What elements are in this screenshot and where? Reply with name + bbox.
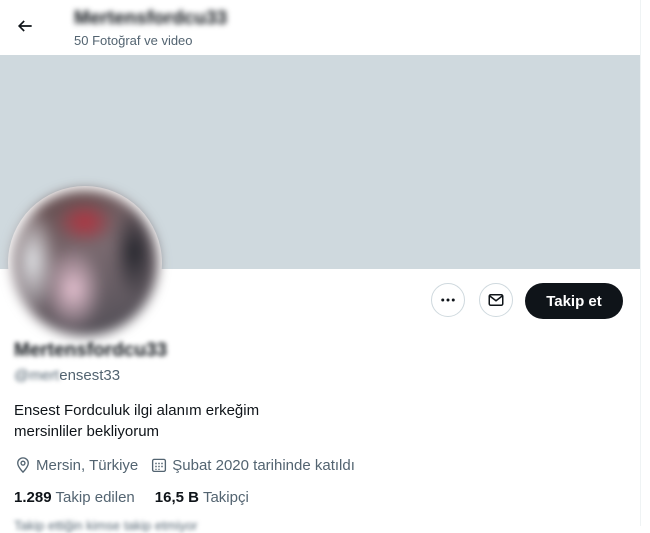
location-item: Mersin, Türkiye bbox=[14, 456, 138, 474]
following-link[interactable]: 1.289 Takip edilen bbox=[14, 489, 135, 506]
profile-bio: Ensest Fordculuk ilgi alanım erkeğim mer… bbox=[14, 400, 259, 442]
top-bar: Mertensfordcu33 50 Fotoğraf ve video bbox=[0, 0, 640, 55]
profile-handle: @mertensest33 bbox=[14, 367, 120, 384]
bio-line: Ensest Fordculuk ilgi alanım erkeğim bbox=[14, 402, 260, 419]
column-divider bbox=[640, 0, 641, 526]
profile-meta: Mersin, Türkiye Şubat 2020 tarihinde kat… bbox=[14, 456, 367, 474]
back-button[interactable] bbox=[12, 13, 38, 39]
profile-display-name: Mertensfordcu33 bbox=[14, 340, 168, 361]
location-text: Mersin, Türkiye bbox=[36, 456, 139, 474]
following-count: 1.289 bbox=[14, 489, 52, 506]
header-subtitle: 50 Fotoğraf ve video bbox=[74, 33, 193, 48]
followers-link[interactable]: 16,5 B Takipçi bbox=[155, 489, 249, 506]
bio-line: mersinliler bekliyorum bbox=[14, 423, 160, 440]
followers-label: Takipçi bbox=[202, 489, 249, 506]
back-arrow-icon bbox=[17, 20, 32, 32]
follow-button[interactable]: Takip et bbox=[525, 283, 623, 319]
mail-icon bbox=[488, 294, 504, 306]
avatar[interactable] bbox=[12, 190, 158, 336]
profile-column: Mertensfordcu33 50 Fotoğraf ve video Tak… bbox=[0, 0, 640, 533]
message-button[interactable] bbox=[479, 283, 513, 317]
handle-visible-part: ensest33 bbox=[59, 367, 121, 384]
header-title: Mertensfordcu33 bbox=[74, 8, 228, 29]
following-label: Takip edilen bbox=[55, 489, 135, 506]
more-icon bbox=[441, 298, 455, 302]
avatar-frame bbox=[8, 186, 162, 340]
joined-text: Şubat 2020 tarihinde katıldı bbox=[172, 456, 355, 474]
profile-stats: 1.289 Takip edilen 16,5 B Takipçi bbox=[14, 489, 269, 506]
calendar-icon bbox=[152, 458, 167, 473]
joined-item: Şubat 2020 tarihinde katıldı bbox=[150, 456, 355, 474]
handle-blurred-part: @mert bbox=[14, 367, 60, 384]
location-icon bbox=[17, 457, 29, 474]
more-button[interactable] bbox=[431, 283, 465, 317]
followers-count: 16,5 B bbox=[154, 489, 199, 506]
